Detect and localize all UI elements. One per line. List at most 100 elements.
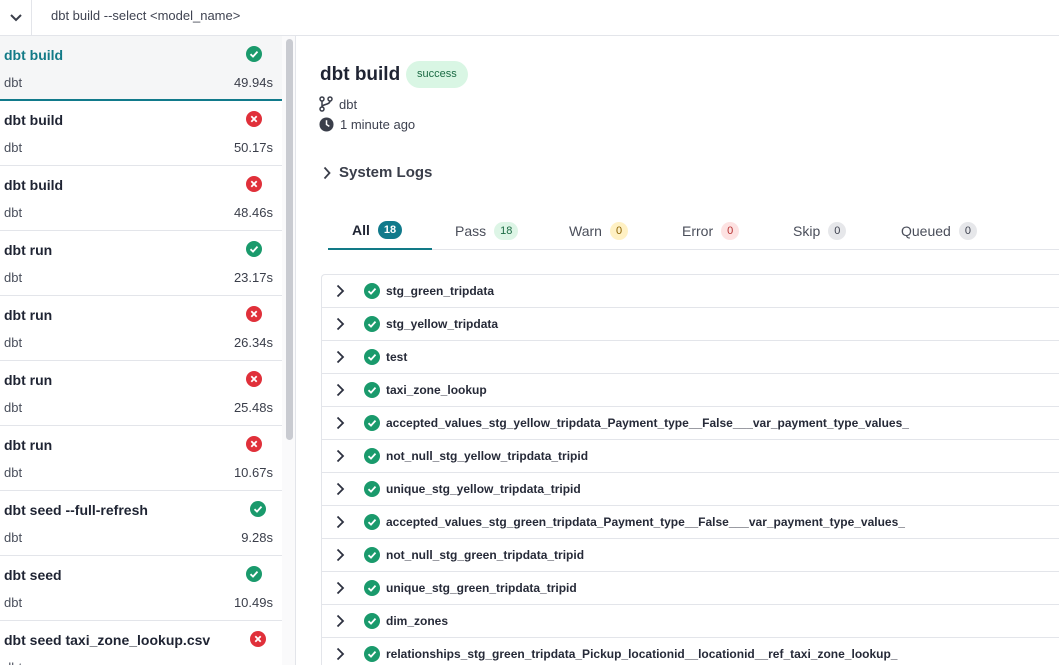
- chevron-right-icon[interactable]: [334, 614, 346, 628]
- tab-pass[interactable]: Pass 18: [455, 212, 519, 250]
- result-name: stg_yellow_tripdata: [386, 317, 499, 331]
- chevron-right-icon[interactable]: [334, 647, 346, 661]
- result-name: accepted_values_stg_yellow_tripdata_Paym…: [386, 416, 909, 430]
- timestamp-row: 1 minute ago: [319, 117, 415, 132]
- run-project: dbt: [4, 140, 23, 155]
- tab-error[interactable]: Error 0: [682, 212, 740, 250]
- chevron-down-icon: [9, 13, 22, 21]
- error-icon: [246, 371, 262, 387]
- tab-label: Error: [682, 223, 714, 239]
- tab-label: Pass: [455, 223, 487, 239]
- error-icon: [250, 631, 266, 647]
- result-row[interactable]: not_null_stg_green_tripdata_tripid: [322, 539, 1059, 572]
- result-row[interactable]: accepted_values_stg_green_tripdata_Payme…: [322, 506, 1059, 539]
- run-duration: 48.46s: [233, 205, 273, 220]
- chevron-right-icon[interactable]: [334, 548, 346, 562]
- result-row[interactable]: stg_yellow_tripdata: [322, 308, 1059, 341]
- result-row[interactable]: relationships_stg_green_tripdata_Pickup_…: [322, 638, 1059, 665]
- run-list-item[interactable]: dbt run dbt 25.48s: [0, 361, 282, 426]
- project-name: dbt: [339, 96, 358, 112]
- git-branch-icon: [319, 96, 333, 112]
- success-icon: [364, 283, 380, 299]
- run-list-item[interactable]: dbt run dbt 23.17s: [0, 231, 282, 296]
- success-icon: [364, 382, 380, 398]
- chevron-right-icon[interactable]: [334, 317, 346, 331]
- run-name: dbt build: [4, 112, 64, 128]
- run-detail-panel: dbt build success dbt 1 minute ago Syste…: [297, 36, 1059, 665]
- tab-skip[interactable]: Skip 0: [793, 212, 847, 250]
- chevron-right-icon[interactable]: [334, 449, 346, 463]
- result-name: unique_stg_yellow_tripdata_tripid: [386, 482, 581, 496]
- run-duration: 9.28s: [241, 530, 273, 545]
- run-list-item[interactable]: dbt seed --full-refresh dbt 9.28s: [0, 491, 282, 556]
- chevron-right-icon[interactable]: [334, 482, 346, 496]
- tab-count: 18: [377, 221, 403, 239]
- result-name: not_null_stg_yellow_tripdata_tripid: [386, 449, 589, 463]
- run-list-item[interactable]: dbt build dbt 49.94s: [0, 36, 282, 101]
- tab-count: 0: [721, 222, 740, 240]
- tab-count: 0: [828, 222, 847, 240]
- result-row[interactable]: dim_zones: [322, 605, 1059, 638]
- result-row[interactable]: test: [322, 341, 1059, 374]
- run-name: dbt run: [4, 372, 53, 388]
- chevron-right-icon[interactable]: [334, 350, 346, 364]
- tab-label: Skip: [793, 223, 821, 239]
- sidebar-scrollbar-thumb[interactable]: [286, 39, 293, 440]
- chevron-right-icon[interactable]: [334, 581, 346, 595]
- tab-label: All: [352, 222, 370, 238]
- run-name: dbt seed: [4, 567, 62, 583]
- run-project: dbt: [4, 595, 23, 610]
- clock-icon: [319, 117, 334, 132]
- run-name: dbt build: [4, 177, 64, 193]
- run-duration: 10.67s: [233, 465, 273, 480]
- success-icon: [364, 349, 380, 365]
- tab-count: 0: [958, 222, 977, 240]
- error-icon: [246, 306, 262, 322]
- success-icon: [364, 547, 380, 563]
- system-logs-toggle[interactable]: System Logs: [323, 164, 432, 181]
- run-list-item[interactable]: dbt build dbt 50.17s: [0, 101, 282, 166]
- run-list-item[interactable]: dbt run dbt 26.34s: [0, 296, 282, 361]
- chevron-right-icon[interactable]: [334, 284, 346, 298]
- run-list-item[interactable]: dbt run dbt 10.67s: [0, 426, 282, 491]
- success-icon: [246, 241, 262, 257]
- tab-count: 0: [609, 222, 629, 240]
- chevron-right-icon[interactable]: [334, 515, 346, 529]
- tab-warn[interactable]: Warn 0: [569, 212, 629, 250]
- run-project: dbt: [4, 205, 23, 220]
- system-logs-label: System Logs: [339, 164, 433, 181]
- success-icon: [250, 501, 266, 517]
- success-icon: [364, 613, 380, 629]
- run-project: dbt: [4, 465, 23, 480]
- run-duration: 23.17s: [233, 270, 273, 285]
- run-project: dbt: [4, 530, 23, 545]
- command-bar: dbt build --select <model_name>: [0, 0, 1059, 36]
- run-list-item[interactable]: dbt build dbt 48.46s: [0, 166, 282, 231]
- run-list-item[interactable]: dbt seed dbt 10.49s: [0, 556, 282, 621]
- result-row[interactable]: accepted_values_stg_yellow_tripdata_Paym…: [322, 407, 1059, 440]
- chevron-right-icon[interactable]: [334, 416, 346, 430]
- command-text[interactable]: dbt build --select <model_name>: [51, 8, 240, 23]
- collapse-toggle-button[interactable]: [0, 0, 32, 35]
- result-filter-tabs: All 18 Pass 18 Warn 0 Error 0 Skip 0 Que…: [328, 212, 1059, 250]
- run-project: dbt: [4, 270, 23, 285]
- tab-all[interactable]: All 18: [328, 212, 432, 250]
- success-icon: [364, 316, 380, 332]
- success-icon: [364, 415, 380, 431]
- tab-queued[interactable]: Queued 0: [901, 212, 977, 250]
- result-row[interactable]: unique_stg_yellow_tripdata_tripid: [322, 473, 1059, 506]
- error-icon: [246, 111, 262, 127]
- chevron-right-icon[interactable]: [334, 383, 346, 397]
- run-list-item[interactable]: dbt seed taxi_zone_lookup.csv dbt: [0, 621, 282, 665]
- tab-label: Queued: [901, 223, 951, 239]
- status-badge: success: [406, 61, 468, 88]
- result-row[interactable]: taxi_zone_lookup: [322, 374, 1059, 407]
- result-row[interactable]: not_null_stg_yellow_tripdata_tripid: [322, 440, 1059, 473]
- run-duration: 49.94s: [233, 75, 273, 90]
- result-row[interactable]: unique_stg_green_tripdata_tripid: [322, 572, 1059, 605]
- result-row[interactable]: stg_green_tripdata: [322, 275, 1059, 308]
- run-name: dbt seed --full-refresh: [4, 502, 148, 518]
- run-project: dbt: [4, 660, 22, 665]
- run-name: dbt run: [4, 307, 53, 323]
- result-name: test: [386, 350, 408, 364]
